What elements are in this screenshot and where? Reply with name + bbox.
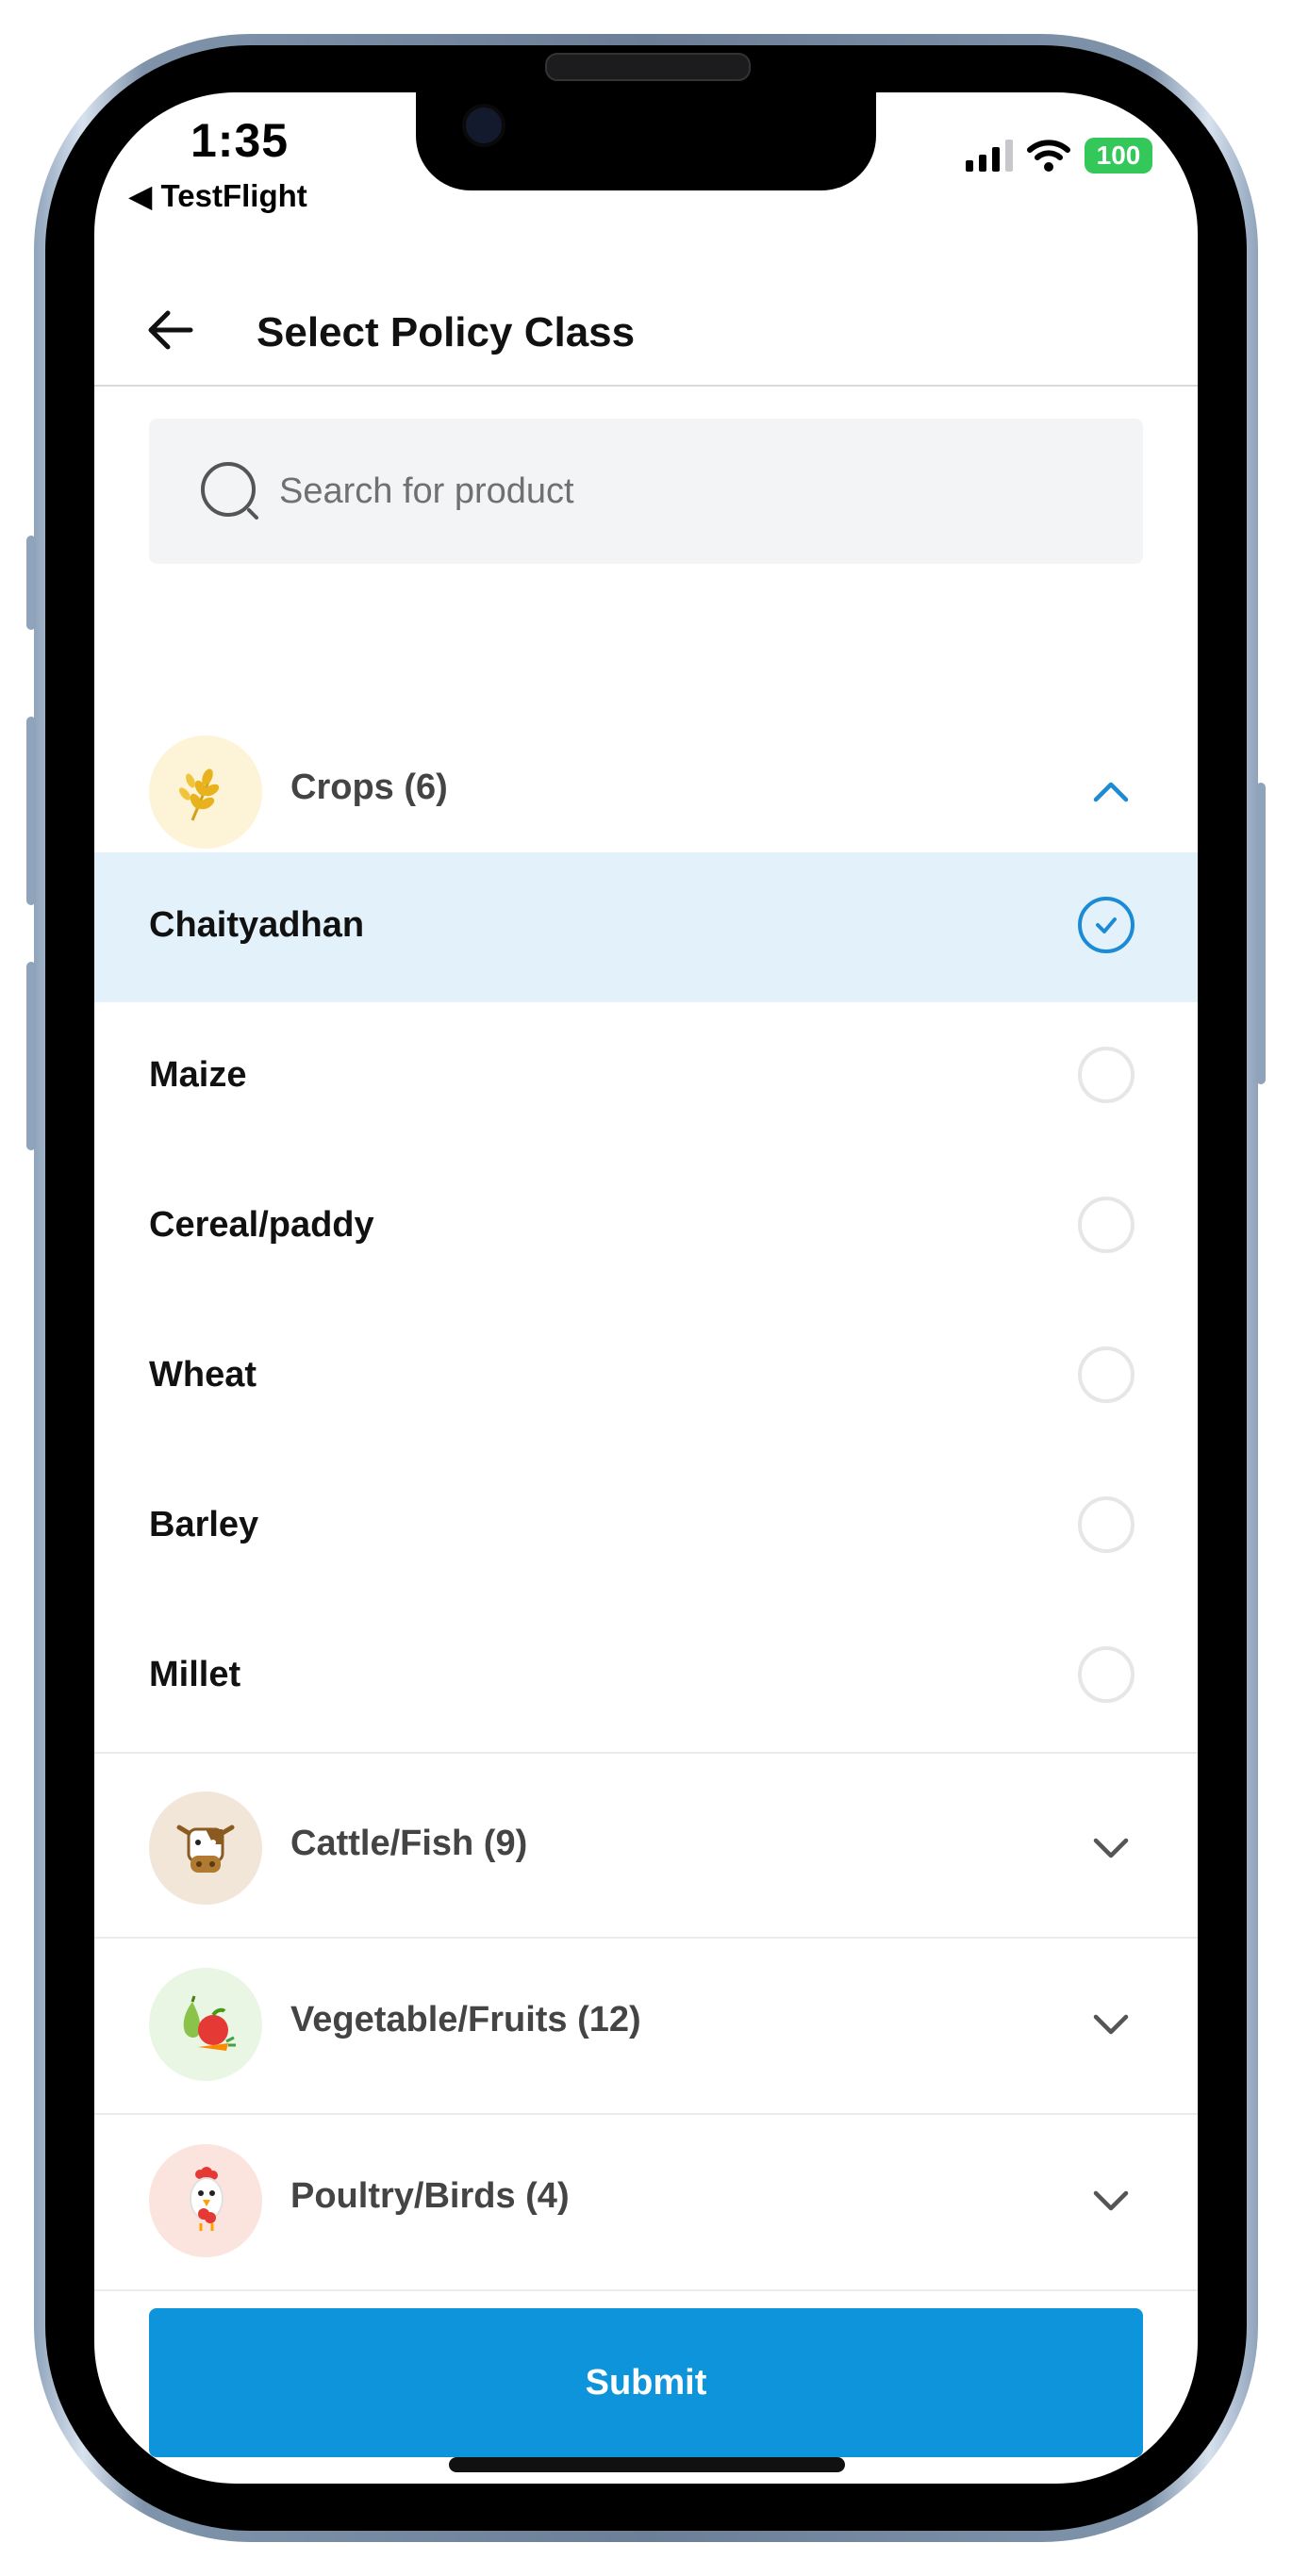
cow-icon <box>149 1792 262 1905</box>
cellular-signal-icon <box>966 140 1013 172</box>
item-label: Millet <box>149 1655 241 1694</box>
chevron-down-icon[interactable] <box>1090 2180 1132 2221</box>
submit-button[interactable]: Submit <box>149 2308 1143 2457</box>
radio-checked-icon[interactable] <box>1078 897 1135 953</box>
list-item-millet[interactable]: Millet <box>94 1602 1198 1754</box>
chevron-down-icon[interactable] <box>1090 1827 1132 1869</box>
item-label: Wheat <box>149 1355 257 1395</box>
status-time: 1:35 <box>190 114 290 167</box>
list-item-maize[interactable]: Maize <box>94 1002 1198 1152</box>
search-bar[interactable] <box>149 419 1143 564</box>
back-to-testflight-link[interactable]: ◀ TestFlight <box>128 177 307 214</box>
app-header: Select Policy Class <box>94 273 1198 387</box>
wifi-icon <box>1027 140 1070 172</box>
radio-icon[interactable] <box>1078 1047 1135 1103</box>
screen: 1:35 ◀ TestFlight 100 Select Policy Clas… <box>94 92 1198 2484</box>
battery-icon: 100 <box>1085 138 1152 173</box>
fruit-icon <box>149 1968 262 2081</box>
chicken-icon <box>149 2144 262 2257</box>
list-item-cereal-paddy[interactable]: Cereal/paddy <box>94 1152 1198 1302</box>
item-label: Chaityadhan <box>149 905 365 945</box>
item-label: Cereal/paddy <box>149 1205 374 1245</box>
list-item-barley[interactable]: Barley <box>94 1452 1198 1602</box>
category-poultry-birds[interactable]: Poultry/Birds (4) <box>94 2114 1198 2291</box>
status-icons: 100 <box>966 138 1152 173</box>
item-label: Barley <box>149 1505 259 1544</box>
power-button <box>1256 783 1266 1084</box>
radio-icon[interactable] <box>1078 1646 1135 1703</box>
category-cattle-fish[interactable]: Cattle/Fish (9) <box>94 1761 1198 1939</box>
category-vegetable-fruits[interactable]: Vegetable/Fruits (12) <box>94 1938 1198 2115</box>
search-icon <box>201 462 258 520</box>
home-indicator[interactable] <box>449 2457 845 2472</box>
list-item-wheat[interactable]: Wheat <box>94 1302 1198 1452</box>
category-label: Vegetable/Fruits (12) <box>290 2000 641 2039</box>
back-arrow-icon[interactable] <box>143 302 200 358</box>
chevron-down-icon[interactable] <box>1090 2004 1132 2045</box>
category-label: Crops (6) <box>290 768 448 807</box>
chevron-up-icon[interactable] <box>1090 771 1132 813</box>
radio-icon[interactable] <box>1078 1496 1135 1553</box>
page-title: Select Policy Class <box>257 309 636 355</box>
category-label: Poultry/Birds (4) <box>290 2176 570 2216</box>
volume-down-button <box>26 962 36 1150</box>
item-label: Maize <box>149 1055 247 1095</box>
radio-icon[interactable] <box>1078 1197 1135 1253</box>
wheat-icon <box>149 735 262 849</box>
list-item-chaityadhan[interactable]: Chaityadhan <box>94 852 1198 1002</box>
radio-icon[interactable] <box>1078 1346 1135 1403</box>
category-label: Cattle/Fish (9) <box>290 1824 528 1863</box>
silent-switch <box>26 536 36 630</box>
front-camera <box>462 104 505 147</box>
search-input[interactable] <box>277 470 1054 513</box>
earpiece-speaker <box>545 53 751 81</box>
volume-up-button <box>26 717 36 905</box>
